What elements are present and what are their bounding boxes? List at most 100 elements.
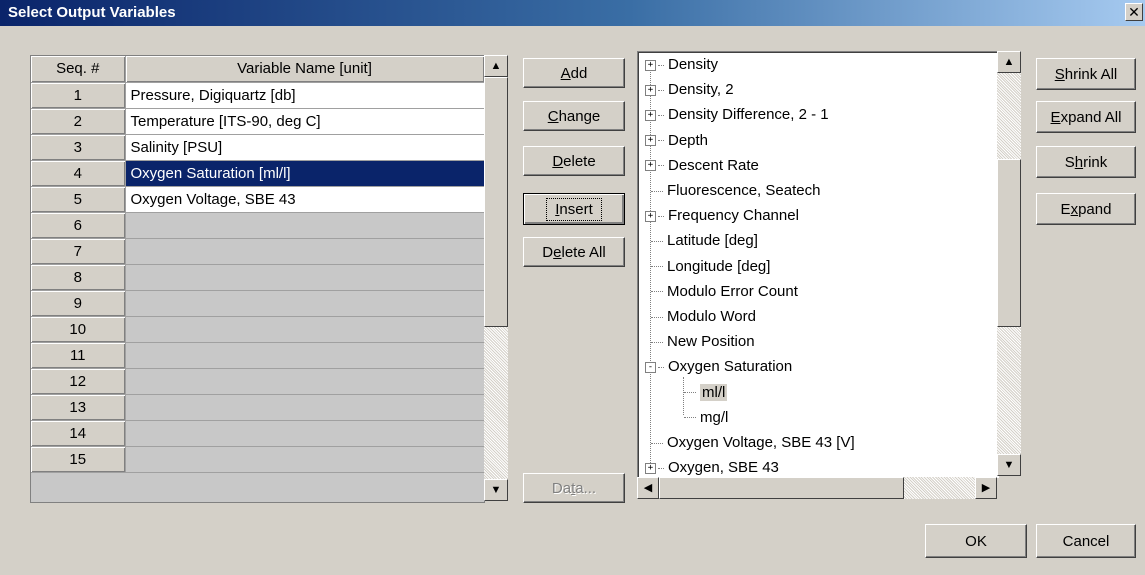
table-row[interactable]: 5 Oxygen Voltage, SBE 43: [31, 186, 485, 213]
seq-cell[interactable]: 15: [31, 446, 126, 473]
collapse-node-icon[interactable]: -: [645, 361, 656, 373]
seq-cell[interactable]: 14: [31, 420, 126, 447]
tree-item[interactable]: Oxygen Voltage, SBE 43 [V]: [645, 430, 855, 455]
expand-node-icon[interactable]: +: [645, 210, 656, 222]
ok-button[interactable]: OK: [925, 524, 1027, 558]
seq-cell[interactable]: 4: [31, 160, 126, 187]
tree-item[interactable]: + Density Difference, 2 - 1: [645, 102, 829, 127]
expand-node-icon[interactable]: +: [645, 109, 656, 121]
seq-cell[interactable]: 2: [31, 108, 126, 135]
table-row[interactable]: 13: [31, 394, 485, 421]
tree-scroll-thumb[interactable]: [997, 159, 1021, 327]
insert-button[interactable]: Insert: [523, 193, 625, 225]
tree-item[interactable]: + Descent Rate: [645, 153, 759, 178]
variable-name-cell[interactable]: [125, 368, 485, 395]
variable-name-cell[interactable]: [125, 446, 485, 473]
tree-item[interactable]: ml/l: [678, 380, 728, 405]
scroll-down-arrow-icon[interactable]: ▼: [484, 479, 508, 501]
variable-tree[interactable]: + Density + Density, 2 + Density Difference, …: [637, 51, 999, 478]
delete-all-button[interactable]: De lete All: [523, 237, 625, 267]
table-row[interactable]: 10: [31, 316, 485, 343]
tree-item[interactable]: + Density, 2: [645, 77, 734, 102]
tree-scroll-left-arrow-icon[interactable]: ◀: [637, 477, 659, 499]
expand-button[interactable]: Ex pand: [1036, 193, 1136, 225]
table-row[interactable]: 15: [31, 446, 485, 473]
tree-item[interactable]: + Frequency Channel: [645, 203, 799, 228]
tree-item[interactable]: Latitude [deg]: [645, 228, 758, 253]
cancel-button[interactable]: Cancel: [1036, 524, 1136, 558]
tree-item[interactable]: Modulo Word: [645, 304, 756, 329]
seq-cell[interactable]: 13: [31, 394, 126, 421]
tree-branch-line: [658, 114, 664, 116]
tree-item[interactable]: + Depth: [645, 128, 708, 153]
tree-item[interactable]: Fluorescence, Seatech: [645, 178, 820, 203]
seq-cell[interactable]: 11: [31, 342, 126, 369]
table-row[interactable]: 7: [31, 238, 485, 265]
delete-button[interactable]: Delete: [523, 146, 625, 176]
expand-node-icon[interactable]: +: [645, 160, 656, 172]
add-button[interactable]: Add: [523, 58, 625, 88]
table-row[interactable]: 12: [31, 368, 485, 395]
close-icon[interactable]: ✕: [1125, 3, 1143, 21]
table-row[interactable]: 14: [31, 420, 485, 447]
tree-item[interactable]: - Oxygen Saturation: [645, 354, 792, 379]
grid-scroll-thumb[interactable]: [484, 77, 508, 327]
tree-item[interactable]: + Oxygen, SBE 43: [645, 455, 779, 477]
tree-scroll-right-arrow-icon[interactable]: ▶: [975, 477, 997, 499]
variable-name-cell[interactable]: [125, 420, 485, 447]
tree-vertical-scrollbar[interactable]: ▲ ▼: [997, 51, 1021, 476]
seq-cell[interactable]: 7: [31, 238, 126, 265]
expand-node-icon[interactable]: +: [645, 84, 656, 96]
seq-cell[interactable]: 3: [31, 134, 126, 161]
seq-column-header[interactable]: Seq. #: [31, 56, 126, 83]
expand-all-button[interactable]: Expand All: [1036, 101, 1136, 133]
seq-cell[interactable]: 9: [31, 290, 126, 317]
tree-scroll-up-arrow-icon[interactable]: ▲: [997, 51, 1021, 73]
table-row[interactable]: 6: [31, 212, 485, 239]
expand-node-icon[interactable]: +: [645, 462, 656, 474]
table-row[interactable]: 8: [31, 264, 485, 291]
variable-name-cell[interactable]: Pressure, Digiquartz [db]: [125, 82, 485, 109]
tree-item[interactable]: mg/l: [678, 405, 728, 430]
change-button[interactable]: Change: [523, 101, 625, 131]
tree-scroll-down-arrow-icon[interactable]: ▼: [997, 454, 1021, 476]
variable-name-cell[interactable]: [125, 212, 485, 239]
variable-name-cell[interactable]: [125, 264, 485, 291]
variable-name-cell[interactable]: [125, 290, 485, 317]
variable-name-cell[interactable]: [125, 238, 485, 265]
variable-name-cell[interactable]: [125, 394, 485, 421]
shrink-button[interactable]: Sh rink: [1036, 146, 1136, 178]
table-row[interactable]: 4 Oxygen Saturation [ml/l]: [31, 160, 485, 187]
grid-vertical-scrollbar[interactable]: ▲ ▼: [484, 55, 508, 501]
seq-cell[interactable]: 8: [31, 264, 126, 291]
tree-item[interactable]: Modulo Error Count: [645, 279, 798, 304]
expand-node-icon[interactable]: +: [645, 59, 656, 71]
tree-item[interactable]: + Density: [645, 52, 718, 77]
seq-cell[interactable]: 10: [31, 316, 126, 343]
tree-item[interactable]: Longitude [deg]: [645, 254, 770, 279]
tree-item[interactable]: New Position: [645, 329, 755, 354]
tree-hscroll-thumb[interactable]: [659, 477, 904, 499]
seq-cell[interactable]: 5: [31, 186, 126, 213]
tree-horizontal-scrollbar[interactable]: ◀ ▶: [637, 477, 997, 499]
variable-name-cell[interactable]: [125, 342, 485, 369]
table-row[interactable]: 2 Temperature [ITS-90, deg C]: [31, 108, 485, 135]
variable-name-cell[interactable]: [125, 316, 485, 343]
variable-name-cell[interactable]: Oxygen Voltage, SBE 43: [125, 186, 485, 213]
expand-node-icon[interactable]: +: [645, 135, 656, 147]
seq-cell[interactable]: 6: [31, 212, 126, 239]
delete-all-pre: D: [542, 243, 554, 261]
table-row[interactable]: 9: [31, 290, 485, 317]
table-row[interactable]: 11: [31, 342, 485, 369]
variable-name-column-header[interactable]: Variable Name [unit]: [125, 56, 485, 83]
table-row[interactable]: 1 Pressure, Digiquartz [db]: [31, 82, 485, 109]
variable-name-cell[interactable]: Salinity [PSU]: [125, 134, 485, 161]
data-button[interactable]: Da t a...: [523, 473, 625, 503]
variable-name-cell[interactable]: Oxygen Saturation [ml/l]: [125, 160, 485, 187]
shrink-all-button[interactable]: Shrink All: [1036, 58, 1136, 90]
seq-cell[interactable]: 1: [31, 82, 126, 109]
scroll-up-arrow-icon[interactable]: ▲: [484, 55, 508, 77]
seq-cell[interactable]: 12: [31, 368, 126, 395]
table-row[interactable]: 3 Salinity [PSU]: [31, 134, 485, 161]
variable-name-cell[interactable]: Temperature [ITS-90, deg C]: [125, 108, 485, 135]
